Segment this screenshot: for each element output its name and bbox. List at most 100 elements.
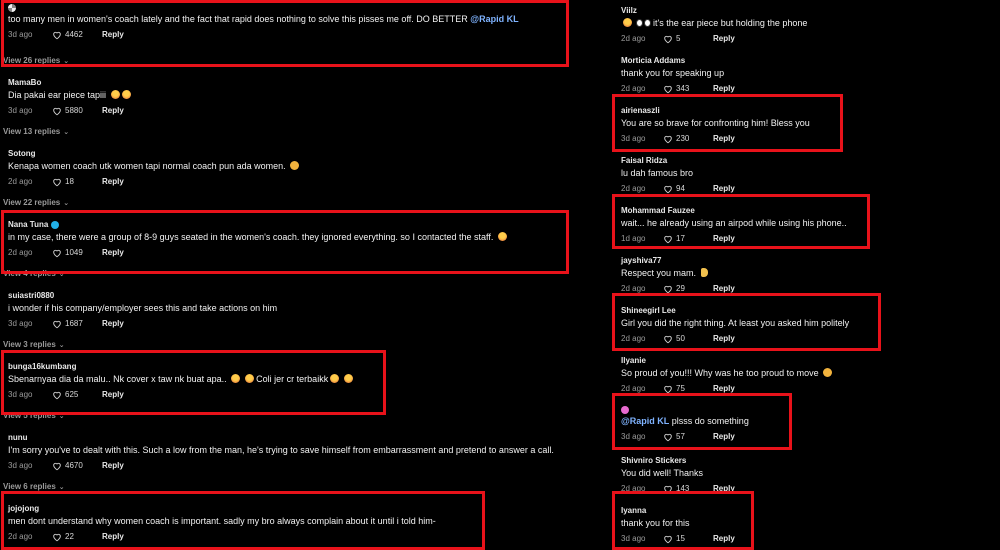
- like-count: 5880: [65, 106, 83, 115]
- heart-icon: [663, 234, 673, 244]
- view-replies-button[interactable]: View 6 replies ⌄: [3, 482, 65, 491]
- comment-item: too many men in women's coach lately and…: [0, 4, 600, 41]
- like-count: 5: [676, 34, 681, 43]
- wheel-avatar-icon[interactable]: [8, 4, 16, 12]
- like-button[interactable]: 29: [663, 283, 713, 295]
- comment-item: Nana Tuna in my case, there were a group…: [0, 220, 600, 259]
- comment-username[interactable]: Shivniro Stickers: [621, 456, 1000, 466]
- view-replies-button[interactable]: View 5 replies ⌄: [3, 411, 65, 420]
- laughing-emoji-icon: [244, 374, 254, 383]
- like-button[interactable]: 1049: [52, 247, 102, 259]
- reply-button[interactable]: Reply: [713, 383, 735, 395]
- like-button[interactable]: 1687: [52, 318, 102, 330]
- comment-time: 3d ago: [8, 30, 33, 39]
- comment-time: 3d ago: [8, 390, 33, 399]
- view-replies-label: View 22 replies: [3, 198, 61, 207]
- chevron-down-icon: ⌄: [58, 483, 65, 491]
- like-button[interactable]: 50: [663, 333, 713, 345]
- comment-username[interactable]: Sotong: [8, 149, 600, 159]
- like-button[interactable]: 143: [663, 483, 713, 495]
- like-button[interactable]: 5: [663, 33, 713, 45]
- like-count: 4462: [65, 30, 83, 39]
- comment-text: thank you for this: [621, 518, 690, 528]
- comment-username[interactable]: Ilyanie: [621, 356, 1000, 366]
- comment-username[interactable]: nunu: [8, 433, 600, 443]
- like-button[interactable]: 625: [52, 389, 102, 401]
- reply-button[interactable]: Reply: [713, 233, 735, 245]
- comment-time: 3d ago: [8, 319, 33, 328]
- reply-button[interactable]: Reply: [713, 33, 735, 45]
- heart-icon: [663, 84, 673, 94]
- eyes-emoji-icon: [635, 19, 643, 27]
- view-replies-button[interactable]: View 26 replies ⌄: [3, 56, 69, 65]
- heart-icon: [663, 184, 673, 194]
- reply-button[interactable]: Reply: [102, 531, 124, 543]
- reply-button[interactable]: Reply: [102, 29, 124, 41]
- heart-icon: [663, 534, 673, 544]
- like-button[interactable]: 5880: [52, 105, 102, 117]
- chevron-down-icon: ⌄: [63, 199, 70, 207]
- reply-button[interactable]: Reply: [713, 83, 735, 95]
- comment-username[interactable]: Nana Tuna: [8, 220, 48, 230]
- reply-button[interactable]: Reply: [102, 389, 124, 401]
- comment-username[interactable]: MamaBo: [8, 78, 600, 88]
- reply-button[interactable]: Reply: [713, 283, 735, 295]
- view-replies-button[interactable]: View 13 replies ⌄: [3, 127, 69, 136]
- like-button[interactable]: 17: [663, 233, 713, 245]
- like-button[interactable]: 230: [663, 133, 713, 145]
- view-replies-label: View 4 replies: [3, 269, 56, 278]
- comment-username[interactable]: bunga16kumbang: [8, 362, 600, 372]
- reply-button[interactable]: Reply: [713, 533, 735, 545]
- comment-time: 3d ago: [621, 432, 646, 441]
- comment-username[interactable]: Shineegirl Lee: [621, 306, 1000, 316]
- comment-text: So proud of you!!! Why was he too proud …: [621, 368, 819, 378]
- like-button[interactable]: 57: [663, 431, 713, 443]
- like-button[interactable]: 343: [663, 83, 713, 95]
- like-button[interactable]: 4462: [52, 29, 102, 41]
- smile-emoji-icon: [823, 368, 833, 377]
- comment-username[interactable]: jojojong: [8, 504, 600, 514]
- mention-link[interactable]: @Rapid KL: [621, 416, 669, 426]
- comment-username[interactable]: Viilz: [621, 6, 1000, 16]
- reply-button[interactable]: Reply: [102, 318, 124, 330]
- like-button[interactable]: 22: [52, 531, 102, 543]
- like-button[interactable]: 75: [663, 383, 713, 395]
- comment-username[interactable]: suiastri0880: [8, 291, 600, 301]
- like-button[interactable]: 94: [663, 183, 713, 195]
- like-button[interactable]: 4670: [52, 460, 102, 472]
- reply-button[interactable]: Reply: [713, 333, 735, 345]
- comment-item: Viilz it's the ear piece but holding the…: [612, 6, 1000, 45]
- comment-username[interactable]: airienaszli: [621, 106, 1000, 116]
- comment-time: 3d ago: [621, 134, 646, 143]
- reply-button[interactable]: Reply: [102, 105, 124, 117]
- comment-item: MamaBo Dia pakai ear piece tapiii 3d ago…: [0, 78, 600, 117]
- heart-icon: [52, 390, 62, 400]
- comment-username[interactable]: Morticia Addams: [621, 56, 1000, 66]
- comment-text: wait... he already using an airpod while…: [621, 218, 847, 228]
- reply-button[interactable]: Reply: [713, 431, 735, 443]
- thumbs-up-emoji-icon: [700, 268, 708, 277]
- comment-username[interactable]: Iyanna: [621, 506, 1000, 516]
- comment-username[interactable]: Mohammad Fauzee: [621, 206, 1000, 216]
- reply-button[interactable]: Reply: [102, 247, 124, 259]
- view-replies-button[interactable]: View 4 replies ⌄: [3, 269, 65, 278]
- like-button[interactable]: 15: [663, 533, 713, 545]
- view-replies-button[interactable]: View 22 replies ⌄: [3, 198, 69, 207]
- heart-icon: [663, 34, 673, 44]
- like-button[interactable]: 18: [52, 176, 102, 188]
- reply-button[interactable]: Reply: [102, 176, 124, 188]
- comment-username[interactable]: jayshiva77: [621, 256, 1000, 266]
- comment-item: suiastri0880 i wonder if his company/emp…: [0, 291, 600, 330]
- reply-button[interactable]: Reply: [713, 483, 735, 495]
- view-replies-button[interactable]: View 3 replies ⌄: [3, 340, 65, 349]
- reply-button[interactable]: Reply: [713, 133, 735, 145]
- chevron-down-icon: ⌄: [63, 57, 70, 65]
- reply-button[interactable]: Reply: [102, 460, 124, 472]
- pink-avatar-icon[interactable]: [621, 406, 629, 414]
- laughing-emoji-icon: [121, 90, 131, 99]
- chevron-down-icon: ⌄: [58, 341, 65, 349]
- like-count: 143: [676, 484, 690, 493]
- reply-button[interactable]: Reply: [713, 183, 735, 195]
- comment-username[interactable]: Faisal Ridza: [621, 156, 1000, 166]
- mention-link[interactable]: @Rapid KL: [470, 14, 518, 24]
